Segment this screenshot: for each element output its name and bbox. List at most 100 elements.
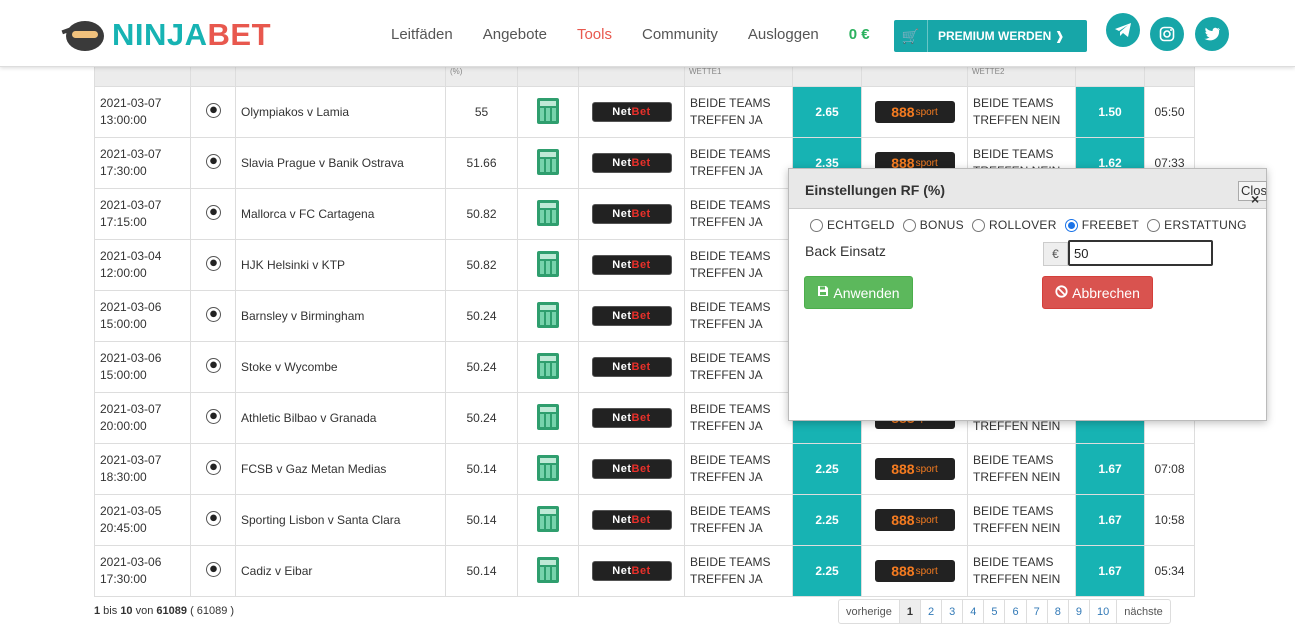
calculator-icon[interactable] [537, 148, 559, 175]
radio-rollover[interactable]: ROLLOVER [971, 218, 1057, 232]
radio-freebet[interactable]: FREEBET [1064, 218, 1139, 232]
match-name[interactable]: HJK Helsinki v KTP [235, 239, 446, 291]
calculator-cell [517, 137, 579, 189]
odds2-cell[interactable]: 1.67 [1075, 545, 1145, 597]
match-name[interactable]: FCSB v Gaz Metan Medias [235, 443, 446, 495]
info-bis: bis [100, 605, 121, 617]
bet1-line2: TREFFEN JA [690, 317, 763, 331]
match-name[interactable]: Sporting Lisbon v Santa Clara [235, 494, 446, 546]
nav-community[interactable]: Community [642, 26, 718, 43]
match-name[interactable]: Stoke v Wycombe [235, 341, 446, 393]
pagination-page-6[interactable]: 6 [1005, 600, 1027, 623]
pagination-page-1[interactable]: 1 [899, 600, 921, 623]
match-name[interactable]: Slavia Prague v Banik Ostrava [235, 137, 446, 189]
pagination-page-8[interactable]: 8 [1048, 600, 1069, 623]
radio-label: BONUS [919, 218, 964, 232]
telegram-icon[interactable] [1106, 13, 1140, 47]
calculator-icon[interactable] [537, 403, 559, 430]
pagination-page-10[interactable]: 10 [1090, 600, 1118, 623]
soccer-ball-icon [205, 460, 221, 475]
radio-button-icon[interactable] [1147, 218, 1161, 232]
pagination-page-2[interactable]: 2 [921, 600, 943, 623]
netbet-logo[interactable]: Net Bet [591, 255, 672, 275]
pagination-prev[interactable]: vorherige [839, 600, 900, 623]
calculator-icon[interactable] [537, 352, 559, 379]
radio-erstattung[interactable]: ERSTATTUNG [1147, 218, 1247, 232]
odds2-cell[interactable]: 1.50 [1075, 86, 1145, 138]
888sport-logo[interactable]: 888sport [874, 458, 955, 480]
radio-button-icon[interactable] [810, 218, 823, 232]
instagram-icon[interactable] [1150, 17, 1184, 51]
calculator-icon[interactable] [537, 199, 559, 226]
match-name[interactable]: Athletic Bilbao v Granada [235, 392, 446, 444]
odds2-cell[interactable]: 1.67 [1075, 443, 1145, 495]
match-name[interactable]: Cadiz v Eibar [235, 545, 446, 597]
netbet-logo[interactable]: Net Bet [591, 204, 672, 224]
balance-display[interactable]: 0 € [849, 26, 870, 43]
888sport-logo[interactable]: 888sport [874, 509, 955, 531]
radio-button-icon[interactable] [971, 218, 985, 232]
event-time: 20:45:00 [100, 521, 147, 535]
match-name[interactable]: Olympiakos v Lamia [235, 86, 446, 138]
main-nav: Leitfäden Angebote Tools Community Auslo… [391, 26, 870, 43]
calculator-icon[interactable] [537, 97, 559, 124]
bookmaker2-cell: 888sport [861, 545, 968, 597]
pagination-page-9[interactable]: 9 [1069, 600, 1090, 623]
nav-ausloggen[interactable]: Ausloggen [748, 26, 819, 43]
odds2-cell[interactable]: 1.67 [1075, 494, 1145, 546]
calculator-icon[interactable] [537, 301, 559, 328]
netbet-logo[interactable]: Net Bet [591, 510, 672, 530]
pagination-next[interactable]: nächste [1117, 600, 1170, 623]
bet1-cell: BEIDE TEAMS TREFFEN JA [684, 392, 793, 444]
pagination-page-5[interactable]: 5 [984, 600, 1006, 623]
nav-leitfaeden[interactable]: Leitfäden [391, 26, 453, 43]
calculator-cell [517, 545, 579, 597]
calculator-icon[interactable] [537, 556, 559, 583]
radio-button-icon[interactable] [902, 218, 916, 232]
event-date: 2021-03-06 [100, 300, 162, 314]
bet1-cell: BEIDE TEAMS TREFFEN JA [684, 443, 793, 495]
radio-echtgeld[interactable]: ECHTGELD [810, 218, 895, 232]
cancel-button[interactable]: Abbrechen [1042, 276, 1153, 309]
pagination-page-7[interactable]: 7 [1027, 600, 1048, 623]
radio-bonus[interactable]: BONUS [902, 218, 964, 232]
radio-button-icon[interactable] [1064, 218, 1078, 232]
netbet-logo[interactable]: Net Bet [591, 153, 672, 173]
match-name[interactable]: Mallorca v FC Cartagena [235, 188, 446, 240]
odds1-cell[interactable]: 2.65 [792, 86, 862, 138]
pagination-page-3[interactable]: 3 [942, 600, 964, 623]
radio-label: ECHTGELD [827, 218, 895, 232]
currency-addon: € [1043, 242, 1068, 266]
netbet-logo-bet: Bet [631, 463, 651, 475]
odds1-cell[interactable]: 2.25 [792, 443, 862, 495]
match-name[interactable]: Barnsley v Birmingham [235, 290, 446, 342]
twitter-icon[interactable] [1195, 17, 1229, 51]
calculator-icon[interactable] [537, 505, 559, 532]
premium-button[interactable]: 🛒 PREMIUM WERDEN ❱ [894, 20, 1087, 52]
event-datetime: 2021-03-04 12:00:00 [94, 239, 191, 291]
calculator-icon[interactable] [537, 454, 559, 481]
netbet-logo[interactable]: Net Bet [591, 459, 672, 479]
netbet-logo[interactable]: Net Bet [591, 561, 672, 581]
odds1-cell[interactable]: 2.25 [792, 494, 862, 546]
netbet-logo[interactable]: Net Bet [591, 357, 672, 377]
close-icon[interactable]: × [1251, 191, 1259, 207]
calculator-icon[interactable] [537, 250, 559, 277]
nav-angebote[interactable]: Angebote [483, 26, 547, 43]
apply-button[interactable]: Anwenden [804, 276, 913, 309]
888sport-logo-number: 888 [891, 104, 915, 120]
event-time: 15:00:00 [100, 368, 147, 382]
pagination-page-4[interactable]: 4 [963, 600, 985, 623]
888sport-logo[interactable]: 888sport [874, 560, 955, 582]
odds1-cell[interactable]: 2.25 [792, 545, 862, 597]
888sport-logo[interactable]: 888sport [874, 101, 955, 123]
netbet-logo[interactable]: Net Bet [591, 306, 672, 326]
sport-cell [190, 137, 236, 189]
bookmaker2-cell: 888sport [861, 443, 968, 495]
sport-cell [190, 239, 236, 291]
nav-tools[interactable]: Tools [577, 26, 612, 43]
ninjabet-logo[interactable]: NINJABET [61, 18, 271, 52]
netbet-logo[interactable]: Net Bet [591, 102, 672, 122]
back-stake-input[interactable] [1068, 240, 1213, 266]
netbet-logo[interactable]: Net Bet [591, 408, 672, 428]
